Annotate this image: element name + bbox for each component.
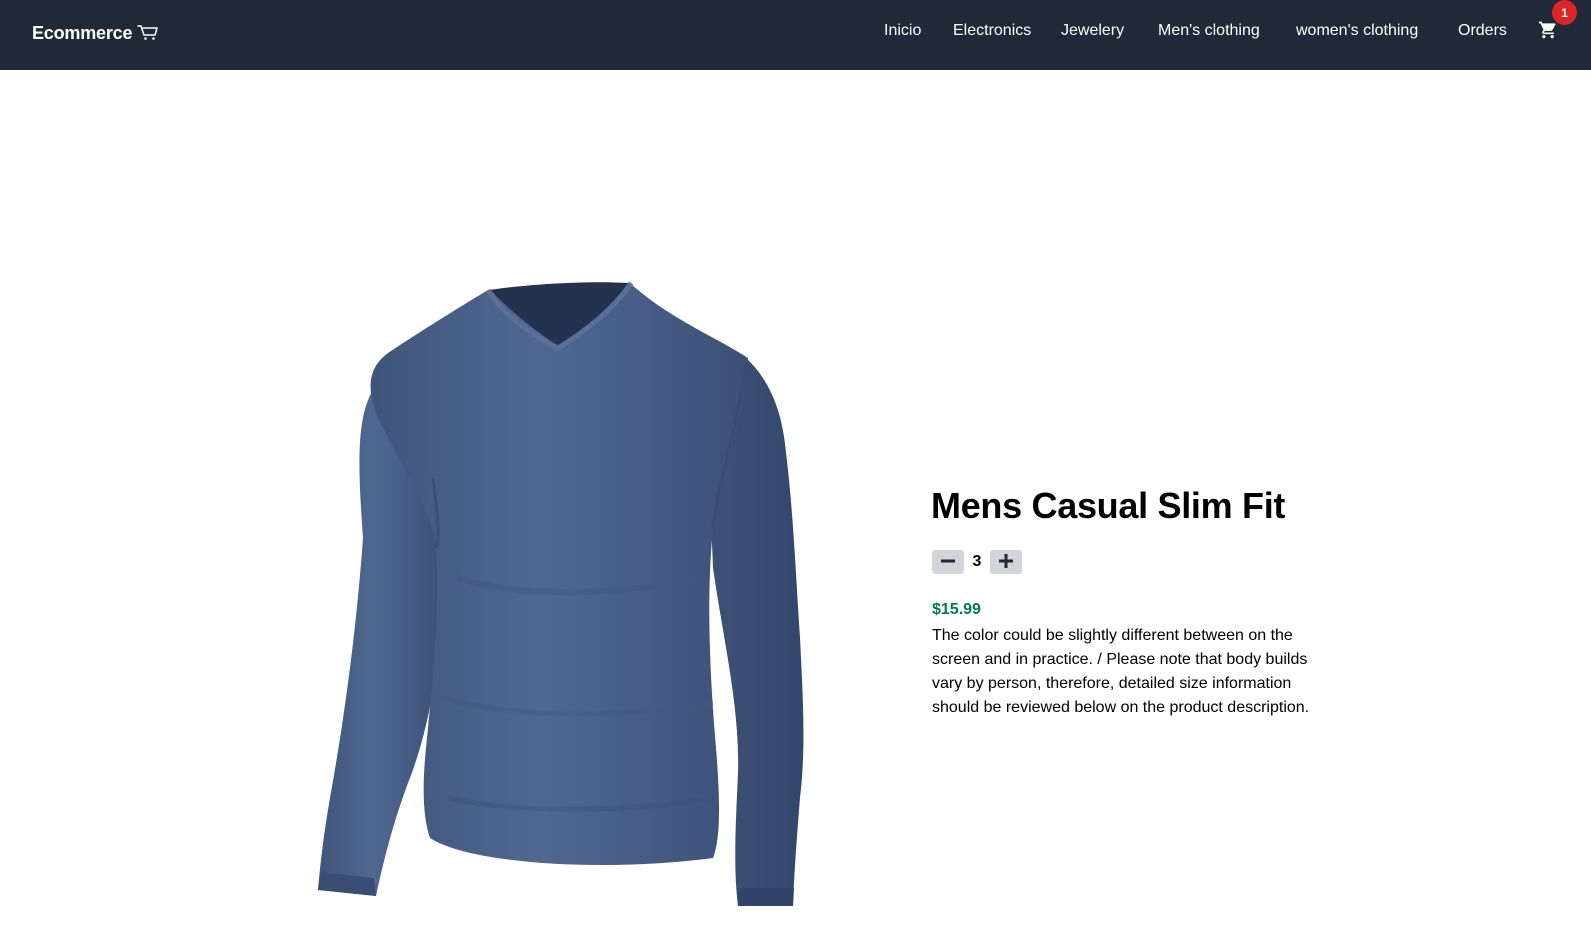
plus-icon xyxy=(999,553,1013,571)
product-title: Mens Casual Slim Fit xyxy=(931,485,1286,526)
top-navbar: Ecommerce Inicio Electronics Jewelery Me… xyxy=(0,0,1591,70)
cart-outline-icon xyxy=(137,23,159,46)
brand-logo-link[interactable]: Ecommerce xyxy=(32,20,159,46)
quantity-value: 3 xyxy=(972,553,982,570)
quantity-stepper: 3 xyxy=(932,550,1022,574)
cart-button[interactable] xyxy=(1538,20,1558,40)
brand-name: Ecommerce xyxy=(32,22,133,43)
nav-link-inicio[interactable]: Inicio xyxy=(884,22,921,40)
nav-link-jewelery[interactable]: Jewelery xyxy=(1061,22,1124,40)
product-image xyxy=(318,278,823,923)
nav-link-mens-clothing[interactable]: Men's clothing xyxy=(1158,22,1260,40)
increase-quantity-button[interactable] xyxy=(990,550,1022,574)
product-price: $15.99 xyxy=(932,601,981,618)
product-description: The color could be slightly different be… xyxy=(932,627,1310,716)
nav-link-womens-clothing[interactable]: women's clothing xyxy=(1296,22,1418,40)
product-details: Mens Casual Slim Fit 3 $15.99 The color … xyxy=(931,485,1341,716)
minus-icon xyxy=(941,554,955,571)
cart-count-badge: 1 xyxy=(1552,0,1577,25)
nav-link-electronics[interactable]: Electronics xyxy=(953,22,1031,40)
nav-link-orders[interactable]: Orders xyxy=(1458,22,1507,40)
decrease-quantity-button[interactable] xyxy=(932,550,964,574)
shopping-cart-icon xyxy=(1538,21,1558,44)
